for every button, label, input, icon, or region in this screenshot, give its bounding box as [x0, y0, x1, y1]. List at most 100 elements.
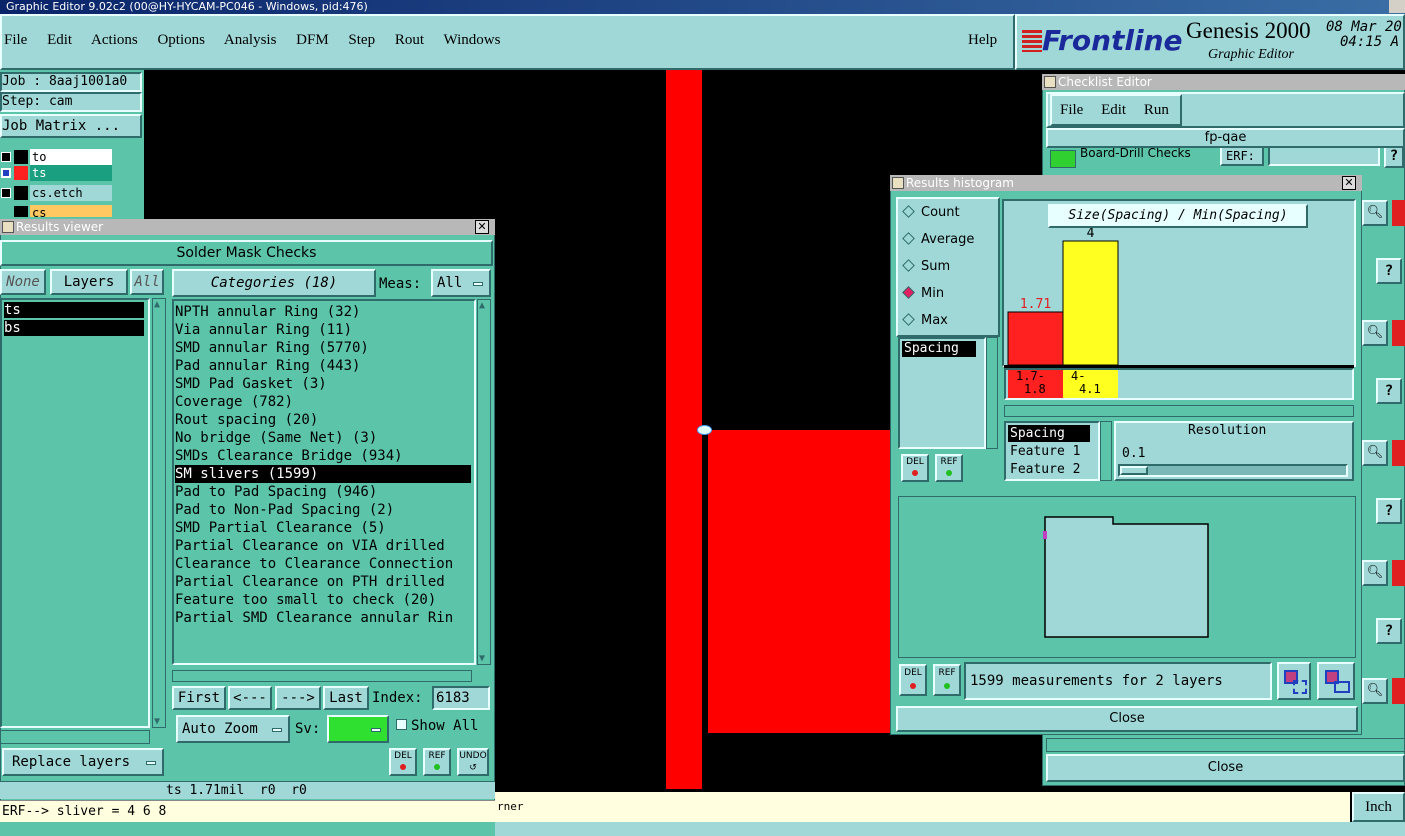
zoom-button[interactable]: 🔍︎ [1362, 200, 1388, 226]
resolution-slider[interactable] [1118, 464, 1348, 477]
mode-radio-max[interactable]: Max [902, 313, 948, 331]
mode-radio-average[interactable]: Average [902, 232, 974, 250]
undo-button[interactable]: UNDO ↺ [457, 748, 489, 776]
hist-ref-button[interactable]: REF [935, 454, 963, 482]
category-item[interactable]: Partial Clearance on VIA drilled [175, 537, 471, 555]
feature-list-item[interactable]: Feature 1 [1008, 443, 1080, 460]
canvas-feature-block[interactable] [708, 430, 893, 733]
auto-zoom-dropdown[interactable]: Auto Zoom [176, 715, 290, 743]
prev-button[interactable]: <--- [228, 686, 272, 710]
layer-checkbox[interactable] [1, 188, 11, 198]
window-menu-icon[interactable] [2, 221, 14, 233]
checklist-close-button[interactable]: Close [1046, 754, 1405, 782]
menu-rout[interactable]: Rout [395, 32, 424, 48]
measure-list-item[interactable]: Spacing [902, 341, 976, 357]
menu-analysis[interactable]: Analysis [224, 32, 277, 48]
checklist-row[interactable]: Board-Drill Checks ERF: ? [1046, 148, 1405, 170]
none-button[interactable]: None [0, 269, 46, 295]
feature-list-scrollbar[interactable] [1100, 421, 1112, 481]
units-button[interactable]: Inch [1352, 792, 1405, 822]
layer-row-cs-etch[interactable]: cs.etch [0, 185, 114, 201]
window-menu-icon[interactable] [892, 177, 904, 189]
measure-list-scrollbar[interactable] [986, 337, 998, 449]
next-button[interactable]: ---> [275, 686, 321, 710]
layer-list-item[interactable]: bs [4, 320, 144, 336]
feature-list[interactable]: Spacing Feature 1 Feature 2 [1004, 421, 1100, 481]
category-item[interactable]: SMDs Clearance Bridge (934) [175, 447, 471, 465]
replace-layers-dropdown[interactable]: Replace layers [2, 748, 164, 776]
job-matrix-button[interactable]: Job Matrix ... [0, 114, 142, 138]
close-icon[interactable]: ✕ [1342, 176, 1356, 190]
category-item[interactable]: SMD Partial Clearance (5) [175, 519, 471, 537]
layers-button[interactable]: Layers [50, 269, 128, 295]
layer-list-hscrollbar[interactable] [0, 730, 150, 744]
help-icon[interactable]: ? [1376, 498, 1402, 524]
feature-list-item[interactable]: Feature 2 [1008, 461, 1080, 478]
checklist-menu-file[interactable]: File [1060, 102, 1083, 118]
layer-row-to[interactable]: to [0, 149, 114, 165]
menu-dfm[interactable]: DFM [296, 32, 329, 48]
checklist-menu-run[interactable]: Run [1144, 102, 1169, 118]
category-item[interactable]: SMD Pad Gasket (3) [175, 375, 471, 393]
first-button[interactable]: First [172, 686, 226, 710]
menu-step[interactable]: Step [348, 32, 375, 48]
zoom-button[interactable]: 🔍︎ [1362, 320, 1388, 346]
help-icon[interactable]: ? [1376, 378, 1402, 404]
category-hscrollbar[interactable] [172, 670, 472, 682]
mode-radio-count[interactable]: Count [902, 205, 960, 223]
help-icon[interactable]: ? [1384, 148, 1404, 168]
layer-row-cs[interactable]: cs [0, 205, 114, 217]
close-icon[interactable]: ✕ [475, 220, 489, 234]
zoom-to-measure-button[interactable] [1317, 662, 1355, 700]
category-item[interactable]: Coverage (782) [175, 393, 471, 411]
category-item[interactable]: SM slivers (1599) [175, 465, 471, 483]
mode-radio-min[interactable]: Min [902, 286, 944, 304]
minimize-icon[interactable] [1389, 0, 1405, 13]
last-button[interactable]: Last [323, 686, 369, 710]
meas-dropdown[interactable]: All [431, 269, 491, 297]
category-item[interactable]: Clearance to Clearance Connection [175, 555, 471, 573]
zoom-button[interactable]: 🔍︎ [1362, 678, 1388, 704]
category-item[interactable]: SMD annular Ring (5770) [175, 339, 471, 357]
histogram-bar[interactable] [1007, 311, 1064, 366]
checklist-hscrollbar[interactable] [1046, 738, 1405, 752]
index-field[interactable]: 6183 [432, 686, 490, 710]
menu-windows[interactable]: Windows [444, 32, 501, 48]
category-item[interactable]: Pad to Non-Pad Spacing (2) [175, 501, 471, 519]
layer-checkbox[interactable] [1, 152, 11, 162]
zoom-button[interactable]: 🔍︎ [1362, 560, 1388, 586]
categories-button[interactable]: Categories (18) [172, 269, 376, 297]
category-item[interactable]: Rout spacing (20) [175, 411, 471, 429]
zoom-to-feature-button[interactable] [1277, 662, 1311, 700]
category-item[interactable]: Pad annular Ring (443) [175, 357, 471, 375]
hist-bottom-ref-button[interactable]: REF [933, 664, 961, 696]
sv-color-dropdown[interactable] [327, 715, 389, 743]
category-item[interactable]: No bridge (Same Net) (3) [175, 429, 471, 447]
histogram-bar[interactable] [1062, 240, 1119, 366]
window-menu-icon[interactable] [1044, 76, 1056, 88]
sliver-marker[interactable] [697, 425, 712, 435]
feature-preview[interactable] [898, 496, 1356, 658]
layer-row-ts[interactable]: ts [0, 165, 114, 181]
menu-options[interactable]: Options [157, 32, 205, 48]
menu-help[interactable]: Help [968, 32, 997, 49]
del-button[interactable]: DEL [389, 748, 417, 776]
category-item[interactable]: Pad to Pad Spacing (946) [175, 483, 471, 501]
category-list[interactable]: NPTH annular Ring (32) Via annular Ring (… [172, 299, 476, 665]
ref-button[interactable]: REF [423, 748, 451, 776]
zoom-button[interactable]: 🔍︎ [1362, 440, 1388, 466]
category-item[interactable]: Via annular Ring (11) [175, 321, 471, 339]
menu-actions[interactable]: Actions [91, 32, 138, 48]
menu-edit[interactable]: Edit [47, 32, 72, 48]
erf-field[interactable] [1268, 148, 1380, 166]
category-item[interactable]: Partial Clearance on PTH drilled [175, 573, 471, 591]
help-icon[interactable]: ? [1376, 618, 1402, 644]
hist-bottom-del-button[interactable]: DEL [899, 664, 927, 696]
category-item[interactable]: Partial SMD Clearance annular Rin [175, 609, 471, 627]
histogram-close-button[interactable]: Close [896, 706, 1358, 732]
checklist-menu-edit[interactable]: Edit [1101, 102, 1126, 118]
menu-file[interactable]: File [4, 32, 27, 48]
feature-list-item[interactable]: Spacing [1008, 425, 1090, 442]
layer-checkbox[interactable] [1, 168, 11, 178]
all-button[interactable]: All [130, 269, 164, 295]
